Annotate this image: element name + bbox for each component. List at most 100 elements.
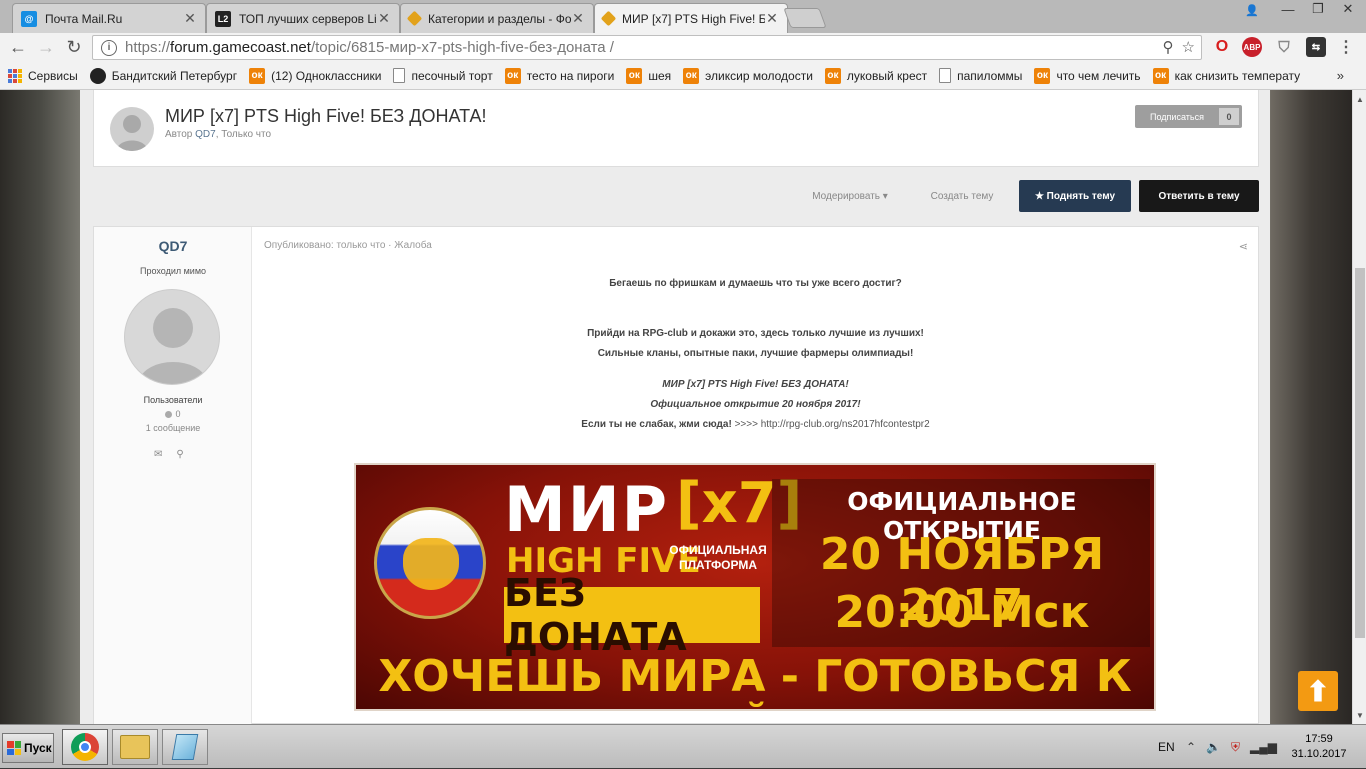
reputation-dot-icon [165, 411, 173, 419]
reload-icon[interactable]: ↻ [60, 35, 88, 61]
clock-date: 31.10.2017 [1291, 748, 1347, 760]
language-indicator[interactable]: EN [1158, 725, 1175, 769]
author-avatar-large[interactable] [124, 289, 220, 385]
taskbar-notepad[interactable] [162, 729, 208, 765]
opera-icon[interactable]: O [1212, 37, 1232, 57]
page-scrollbar[interactable]: ▲ ▼ [1352, 90, 1366, 724]
moderate-menu[interactable]: Модерировать ▾ [804, 180, 896, 212]
bookmarks-bar: Сервисы Бандитский Петербург ок (12) Одно… [0, 62, 1366, 90]
ok-icon: ок [504, 67, 521, 84]
abp-icon[interactable]: ABP [1242, 37, 1262, 57]
tab-categories[interactable]: Категории и разделы - Фо ✕ [400, 3, 594, 33]
bookmark-item[interactable]: ок луковый крест [824, 67, 928, 84]
face-icon [89, 67, 106, 84]
taskbar-explorer[interactable] [112, 729, 158, 765]
subscribe-count: 0 [1219, 108, 1239, 125]
tab-top-servers[interactable]: L2 ТОП лучших серверов Lin ✕ [206, 3, 400, 33]
close-icon[interactable]: ✕ [183, 10, 197, 27]
minimize-icon[interactable]: — [1274, 0, 1302, 18]
volume-icon[interactable]: 🔈 [1206, 740, 1221, 754]
bookmark-item[interactable]: ок что чем лечить [1034, 67, 1141, 84]
close-icon[interactable]: ✕ [377, 10, 391, 27]
taskbar-chrome[interactable] [62, 729, 108, 765]
address-bar[interactable]: i https://forum.gamecoast.net/topic/6815… [92, 35, 1202, 60]
banner-mir: МИР [504, 473, 670, 546]
shield-icon[interactable]: ⛉ [1274, 37, 1294, 57]
bookmark-label: тесто на пироги [526, 68, 615, 83]
ok-icon: ок [1152, 67, 1169, 84]
page-icon [939, 68, 952, 83]
post-published: Опубликовано: только что [264, 240, 386, 251]
subscribe-button[interactable]: Подписаться 0 [1135, 105, 1242, 128]
menu-icon[interactable]: ⋮ [1336, 37, 1356, 57]
bookmarks-overflow-icon[interactable]: » [1337, 68, 1344, 83]
start-button[interactable]: Пуск [2, 733, 54, 763]
maximize-icon[interactable]: ❐ [1304, 0, 1332, 18]
bookmark-services[interactable]: Сервисы [8, 68, 78, 83]
post-call-to-action: Если ты не слабак, жми сюда! [581, 419, 735, 430]
network-icon[interactable]: ▂▄▆ [1250, 740, 1277, 754]
post-link[interactable]: >>>> http://rpg-club.org/ns2017hfcontest… [735, 419, 930, 430]
share-icon[interactable]: ⋖ [1239, 240, 1248, 253]
taskbar: Пуск EN ⌃ 🔈 ⛨ ▂▄▆ 17:59 31.10.2017 [0, 724, 1366, 768]
bookmark-item[interactable]: папиломмы [939, 68, 1022, 83]
bookmark-item[interactable]: ок эликсир молодости [683, 67, 813, 84]
author-avatar[interactable] [110, 107, 154, 151]
bookmark-label: луковый крест [846, 68, 928, 83]
antivirus-icon[interactable]: ⛨ [1231, 740, 1240, 755]
bookmark-item[interactable]: песочный торт [393, 68, 493, 83]
back-icon[interactable]: ← [4, 35, 32, 61]
bookmark-item[interactable]: ок шея [626, 67, 671, 84]
globe-emblem-icon [374, 507, 486, 619]
info-icon[interactable]: i [101, 39, 117, 56]
close-window-icon[interactable]: ✕ [1334, 0, 1362, 18]
create-topic-link[interactable]: Создать тему [920, 180, 1004, 212]
bookmark-item[interactable]: ок тесто на пироги [504, 67, 615, 84]
reply-button[interactable]: Ответить в тему [1139, 180, 1259, 212]
topic-author-link[interactable]: QD7 [195, 129, 216, 140]
clock[interactable]: 17:59 31.10.2017 [1284, 732, 1354, 762]
bookmark-item[interactable]: ок как снизить температу [1152, 67, 1300, 84]
meta-separator: · [385, 240, 395, 251]
avatar-placeholder-icon [137, 308, 209, 384]
topic-meta: Автор QD7, Только что [165, 129, 271, 140]
profile-icon[interactable]: 👤 [1238, 2, 1266, 18]
omnibox-actions: ⚲ ☆ [1163, 38, 1195, 56]
post-author-name[interactable]: QD7 [94, 238, 252, 254]
scroll-down-icon[interactable]: ▼ [1353, 708, 1366, 722]
star-icon[interactable]: ☆ [1182, 38, 1195, 56]
post-author-panel: QD7 Проходил мимо Пользователи 0 1 сообщ… [94, 227, 252, 725]
tab-current-topic[interactable]: МИР [x7] PTS High Five! Б ✕ [594, 3, 788, 33]
bookmark-item[interactable]: Бандитский Петербург [89, 67, 237, 84]
topic-time: , Только что [215, 129, 272, 140]
tray-expand-icon[interactable]: ⌃ [1186, 740, 1196, 754]
close-icon[interactable]: ✕ [765, 10, 779, 27]
gamecoast-icon [406, 10, 423, 27]
bookmark-label: что чем лечить [1056, 68, 1141, 83]
forward-icon[interactable]: → [32, 35, 60, 61]
tab-strip: @ Почта Mail.Ru ✕ L2 ТОП лучших серверов… [0, 0, 1366, 33]
search-icon[interactable]: ⚲ [176, 449, 183, 460]
tab-mailru[interactable]: @ Почта Mail.Ru ✕ [12, 3, 206, 33]
author-reputation: 0 [94, 409, 252, 419]
chrome-icon [71, 733, 99, 761]
close-icon[interactable]: ✕ [571, 10, 585, 27]
promo-banner[interactable]: МИР [x7] HIGH FIVE ОФИЦИАЛЬНАЯ ПЛАТФОРМА … [354, 463, 1156, 711]
author-group: Пользователи [143, 395, 203, 405]
ok-icon: ок [626, 67, 643, 84]
mailru-icon: @ [21, 10, 37, 27]
report-link[interactable]: Жалоба [394, 240, 431, 251]
zoom-icon[interactable]: ⚲ [1163, 38, 1174, 56]
banner-platform-line1: ОФИЦИАЛЬНАЯ [669, 543, 767, 557]
bump-topic-button[interactable]: ★ Поднять тему [1019, 180, 1131, 212]
message-icon[interactable]: ✉ [154, 449, 162, 460]
scrollbar-thumb[interactable] [1355, 268, 1365, 638]
extension-icon[interactable]: ⇆ [1306, 37, 1326, 57]
new-tab-button[interactable] [783, 8, 827, 28]
scroll-up-icon[interactable]: ▲ [1353, 92, 1366, 106]
scroll-to-top-button[interactable]: ⬆ [1298, 671, 1338, 711]
bookmark-item[interactable]: ок (12) Одноклассники [249, 67, 381, 84]
tab-title: ТОП лучших серверов Lin [239, 11, 377, 26]
url-scheme: https:// [125, 39, 171, 56]
eagle-icon [403, 538, 459, 590]
